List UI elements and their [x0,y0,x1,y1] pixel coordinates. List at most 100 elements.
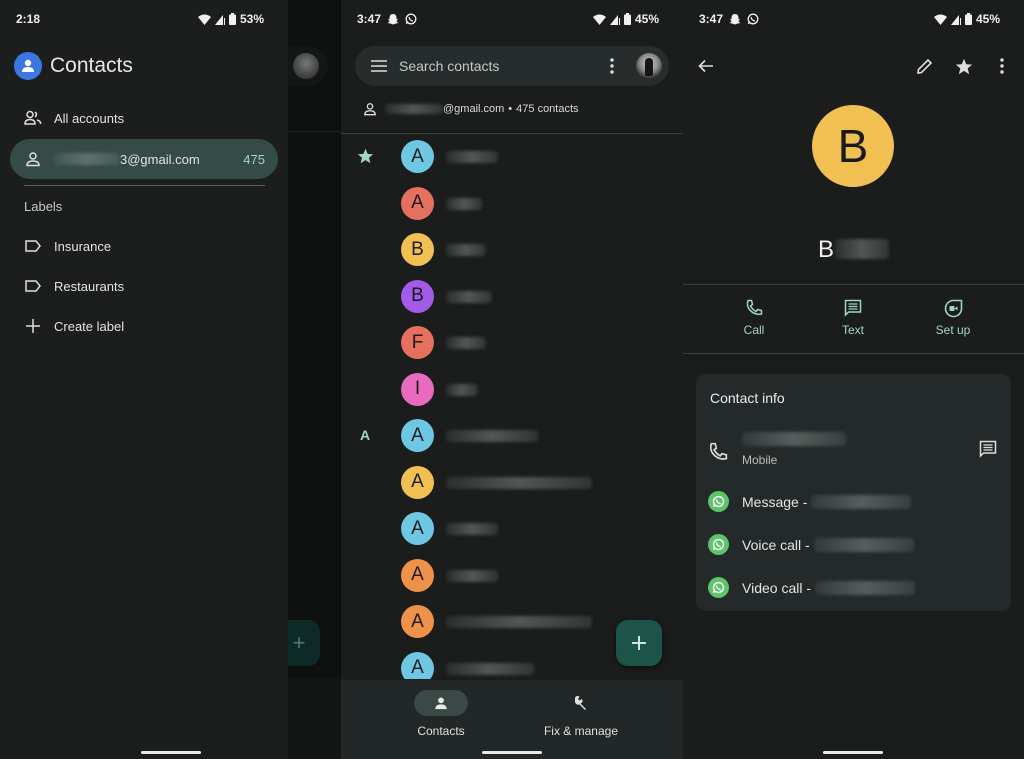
bottom-navigation: Contacts Fix & manage [341,680,683,759]
redacted-contact-name [446,476,592,489]
home-indicator[interactable] [482,751,542,754]
whatsapp-icon [708,577,729,598]
nav-fix-manage[interactable]: Fix & manage [521,690,641,738]
redacted-phone-number [742,432,846,446]
redacted-contact-name [446,383,478,396]
app-header: Contacts [14,52,133,80]
favorite-button[interactable] [953,55,975,77]
redacted-phone-number [811,494,912,509]
labels-heading: Labels [24,199,63,214]
contact-avatar: A [401,465,434,499]
add-contact-fab[interactable] [616,620,662,666]
search-bar[interactable]: Search contacts [355,46,669,86]
battery-percent: 45% [634,12,659,26]
drawer-item-create-label[interactable]: Create label [10,306,278,346]
contact-row[interactable]: I [341,367,683,413]
account-avatar[interactable] [636,53,662,79]
contact-avatar: F [401,326,434,359]
more-vert-icon[interactable] [602,56,622,76]
contacts-logo-icon [14,52,42,80]
edit-button[interactable] [913,55,935,77]
nav-contacts[interactable]: Contacts [381,690,501,738]
redacted-contact-name [446,430,538,442]
redacted-email [54,153,120,165]
contact-avatar: I [401,372,434,406]
contact-row[interactable]: B [341,274,683,320]
contact-list[interactable]: AABBFIAAAAAAA [341,134,683,679]
contact-row[interactable]: A [341,553,683,599]
whatsapp-video-call-row[interactable]: Video call - [708,577,999,598]
account-email: 3@gmail.com [120,151,200,167]
contact-row[interactable]: B [341,227,683,273]
redacted-contact-name [446,616,592,628]
drawer-item-label-insurance[interactable]: Insurance [10,226,278,266]
redacted-contact-name [446,197,482,210]
home-indicator[interactable] [141,751,201,754]
contact-row[interactable]: A [341,506,683,552]
drawer-screen: + 2:18 53% Contacts All accounts 3@gmail… [0,0,341,759]
action-label: Call [743,323,765,337]
contact-avatar: A [401,605,434,638]
contact-row[interactable]: A [341,134,683,180]
account-row[interactable]: @gmail.com • 475 contacts [363,102,579,116]
home-indicator[interactable] [823,751,883,754]
divider [683,353,1024,354]
nav-label: Contacts [417,724,465,738]
contact-detail-screen: 3:47 45% B B Call Text Set up Contact in… [683,0,1024,759]
redacted-contact-name [446,244,486,256]
battery-icon [228,13,236,25]
wifi-icon [197,14,211,25]
search-input[interactable]: Search contacts [399,58,602,74]
redacted-contact-name [446,151,498,163]
pencil-icon [916,58,932,74]
text-button[interactable]: Text [813,297,893,337]
navigation-drawer: 2:18 53% Contacts All accounts 3@gmail.c… [0,0,288,759]
redacted-phone-number [813,537,914,552]
contact-row[interactable]: A [341,460,683,506]
status-bar: 2:18 53% [0,0,288,36]
whatsapp-message-row[interactable]: Message - [708,491,999,512]
contact-avatar: A [401,186,434,220]
redacted-email [385,104,443,114]
message-icon [979,440,997,458]
contact-avatar: A [401,419,434,452]
video-icon [944,299,962,317]
contact-info-card: Contact info Mobile Message - Voice call… [696,374,1011,611]
send-message-button[interactable] [979,440,997,463]
contact-avatar: A [401,140,434,173]
redacted-contact-name [446,337,486,349]
drawer-item-label: Restaurants [54,278,125,294]
person-outline-icon [364,103,376,116]
divider [683,284,1024,285]
more-options-button[interactable] [991,55,1013,77]
contact-row[interactable]: AA [341,413,683,459]
whatsapp-voice-call-row[interactable]: Voice call - [708,534,999,555]
contact-row[interactable]: A [341,181,683,227]
call-button[interactable]: Call [714,297,794,337]
signal-icon [609,14,620,25]
signal-icon [214,14,225,25]
account-count: 475 [243,151,265,167]
drawer-item-account[interactable]: 3@gmail.com 475 [10,139,278,179]
scrim[interactable]: + [248,0,341,759]
status-bar: 3:47 45% [683,0,1024,36]
whatsapp-icon [708,534,729,555]
menu-icon[interactable] [369,56,389,76]
divider [24,185,265,186]
back-button[interactable] [695,55,717,77]
drawer-item-label: All accounts [54,110,125,126]
action-label: Text [841,323,864,337]
account-avatar-dimmed [293,53,319,79]
contact-avatar: A [401,651,434,679]
setup-video-button[interactable]: Set up [913,297,993,337]
contact-avatar: B [812,105,894,187]
whatsapp-icon [405,13,417,25]
status-time: 3:47 [699,12,724,26]
wrench-icon [575,696,586,710]
contact-avatar: A [401,558,434,592]
message-icon [844,299,862,317]
drawer-item-all-accounts[interactable]: All accounts [10,98,278,138]
redacted-contact-name [446,662,534,675]
drawer-item-label-restaurants[interactable]: Restaurants [10,266,278,306]
contact-row[interactable]: F [341,320,683,366]
